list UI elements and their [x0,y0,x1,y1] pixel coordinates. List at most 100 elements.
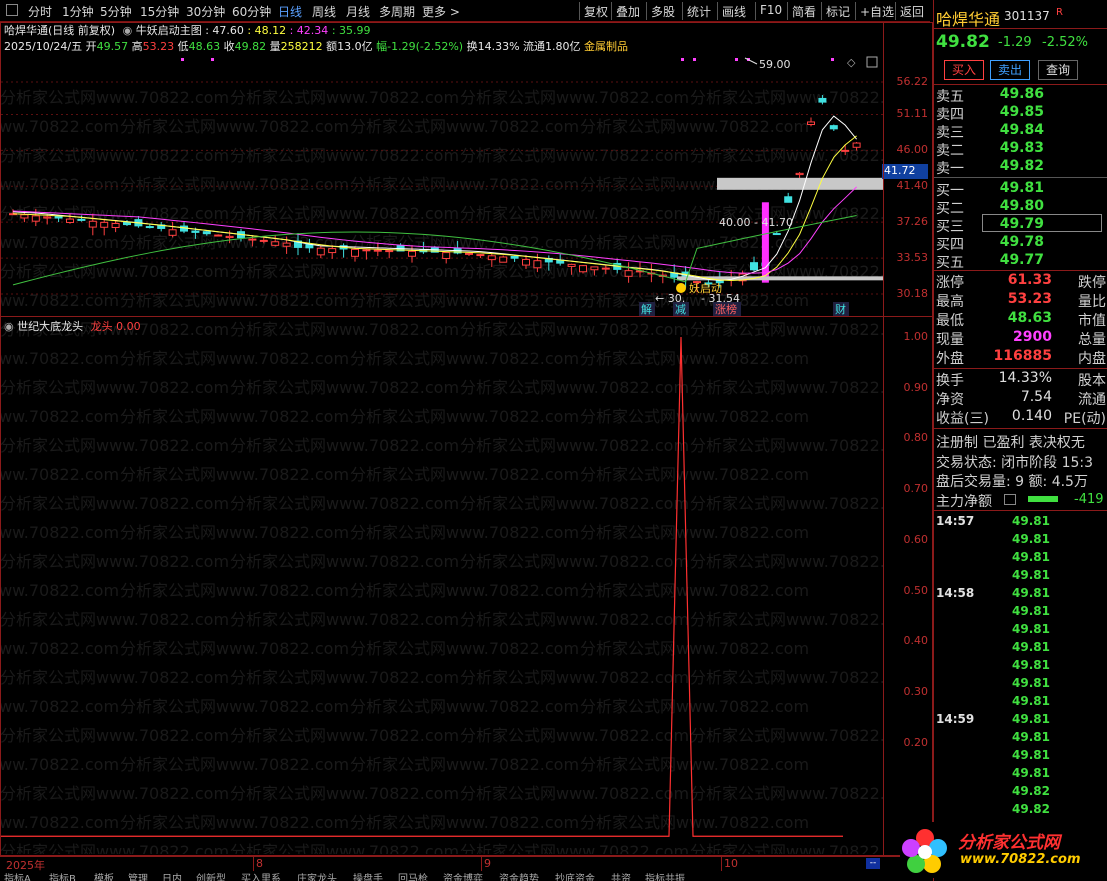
ask-row[interactable]: 卖二 49.83 [934,140,1107,159]
period-tab[interactable]: 5分钟 [100,3,132,20]
ask-row[interactable]: 卖四 49.85 [934,104,1107,123]
candle-body [487,255,496,261]
longtou-line [1,336,843,837]
quote-price: 49.82 [936,32,990,52]
quote-pct: -2.52% [1042,35,1088,50]
indicator-tab[interactable]: 资金趋势 [499,870,539,881]
stat-label-2: 总量 [1078,332,1106,348]
menu-icon[interactable] [6,4,18,16]
period-tab[interactable]: 15分钟 [140,3,179,20]
tool-button[interactable]: 标记 [826,3,850,20]
tick-price: 49.81 [1012,658,1050,672]
tick-price: 49.81 [1012,550,1050,564]
indicator-tab[interactable]: 指标共振 [645,870,685,881]
period-tab[interactable]: 更多 > [422,3,460,20]
main-indicator-name[interactable]: 牛妖启动主图 [136,24,202,37]
stat-row: 净资 7.54 流通 [934,389,1107,408]
candle-body [829,125,838,130]
stat-label-2: 量比 [1078,294,1106,310]
indicator-axis-label: 0.60 [903,532,929,546]
tool-button[interactable]: +自选 [860,3,894,20]
stat-label-2: 跌停 [1078,275,1106,291]
indicator-tab[interactable]: 回马枪 [398,870,428,881]
candle-body [852,142,861,148]
period-tab[interactable]: 日线 [278,3,302,20]
tick-price: 49.81 [1012,532,1050,546]
tick-price: 49.81 [1012,568,1050,582]
tool-button[interactable]: 画线 [722,3,746,20]
indicator-tab[interactable]: 指标B [49,870,76,881]
price-axis-label: 30.18 [896,287,929,300]
ask-row[interactable]: 卖五 49.86 [934,86,1107,105]
period-tab[interactable]: 分时 [28,3,52,20]
candle-body [225,235,234,239]
tick-list[interactable]: 14:57 49.81 49.81 49.81 49.81 14:58 49.81 49.81… [934,512,1107,822]
candle-body [807,121,815,126]
indicator-tab[interactable]: 指标A [4,870,31,881]
stat-value: 0.140 [1011,408,1052,424]
flow-toggle-icon[interactable] [1004,494,1016,505]
pane-divider[interactable] [0,316,933,317]
indicator-chart[interactable] [1,332,883,854]
query-button[interactable]: 查询 [1038,60,1078,80]
dropdown-icon[interactable]: ◉ [123,24,133,37]
indicator-tab[interactable]: 资金博弈 [443,870,483,881]
candle-body [784,196,793,203]
tool-button[interactable]: 统计 [687,3,711,20]
candle-body [795,172,804,176]
period-tab[interactable]: 60分钟 [232,3,271,20]
signal-dot [211,58,214,61]
bid-row[interactable]: 买五 49.77 [934,252,1107,271]
time-label: 10 [724,857,738,870]
tool-button[interactable]: F10 [760,3,782,17]
candle-body [533,260,542,269]
indicator-tab[interactable]: 共资 [611,870,631,881]
ask-row[interactable]: 卖三 49.84 [934,122,1107,141]
ask-label: 卖三 [936,125,964,141]
ask-label: 卖一 [936,161,964,177]
tool-button[interactable]: 复权 [584,3,608,20]
indicator-tab[interactable]: 庄家龙头 [297,870,337,881]
tool-button[interactable]: 叠加 [616,3,640,20]
indicator-tab[interactable]: 抄底资金 [555,870,595,881]
ask-row[interactable]: 卖一 49.82 [934,158,1107,177]
time-axis: 2025年 8 9 10 -- [0,856,933,872]
stat-value: 116885 [993,348,1052,364]
indicator-tab[interactable]: 买入里系 [241,870,281,881]
ask-price: 49.83 [999,140,1044,156]
indicator-tab[interactable]: 模板 [94,870,114,881]
indicator-tab[interactable]: 管理 [128,870,148,881]
period-tab[interactable]: 1分钟 [62,3,94,20]
tick-price: 49.82 [1012,802,1050,816]
period-tab[interactable]: 周线 [312,3,336,20]
sector-value[interactable]: 金属制品 [584,40,628,53]
indicator-tab[interactable]: 创新型 [196,870,226,881]
period-tab[interactable]: 30分钟 [186,3,225,20]
period-tab[interactable]: 月线 [346,3,370,20]
buy-button[interactable]: 买入 [944,60,984,80]
time-label: 8 [256,857,263,870]
current-price-tag: 41.72 [882,163,928,179]
float-value: 流通1.80亿 [523,40,581,53]
scroll-toggle[interactable]: -- [866,858,880,869]
period-tab[interactable]: 多周期 [379,3,415,20]
bid-row[interactable]: 买一 49.81 [934,180,1107,199]
indicator-tab[interactable]: 操盘手 [353,870,383,881]
high-value: 53.23 [142,40,175,53]
peak-pointer [744,57,758,65]
candlestick-chart[interactable]: 59.0040.00 - 41.70← 30. - 31.54妖启动解减涨榜 财◇ [1,54,883,316]
stat-row: 收益(三) 0.140 PE(动) [934,408,1107,427]
candle-body [385,250,394,253]
bid-row[interactable]: 买三 49.79 [934,214,1107,235]
sell-button[interactable]: 卖出 [990,60,1030,80]
tool-button[interactable]: 返回 [900,3,924,20]
tick-price: 49.82 [1012,784,1050,798]
ma10-line [12,135,857,281]
amount-value: 额13.0亿 [326,40,373,53]
indicator-tab[interactable]: 日内 [162,870,182,881]
bid-row[interactable]: 买四 49.78 [934,234,1107,253]
trade-state: 交易状态: 闭市阶段 15:3 [936,455,1094,471]
tool-button[interactable]: 简看 [792,3,816,20]
tool-button[interactable]: 多股 [651,3,675,20]
adjust-mode[interactable]: (日线 前复权) [48,24,115,37]
